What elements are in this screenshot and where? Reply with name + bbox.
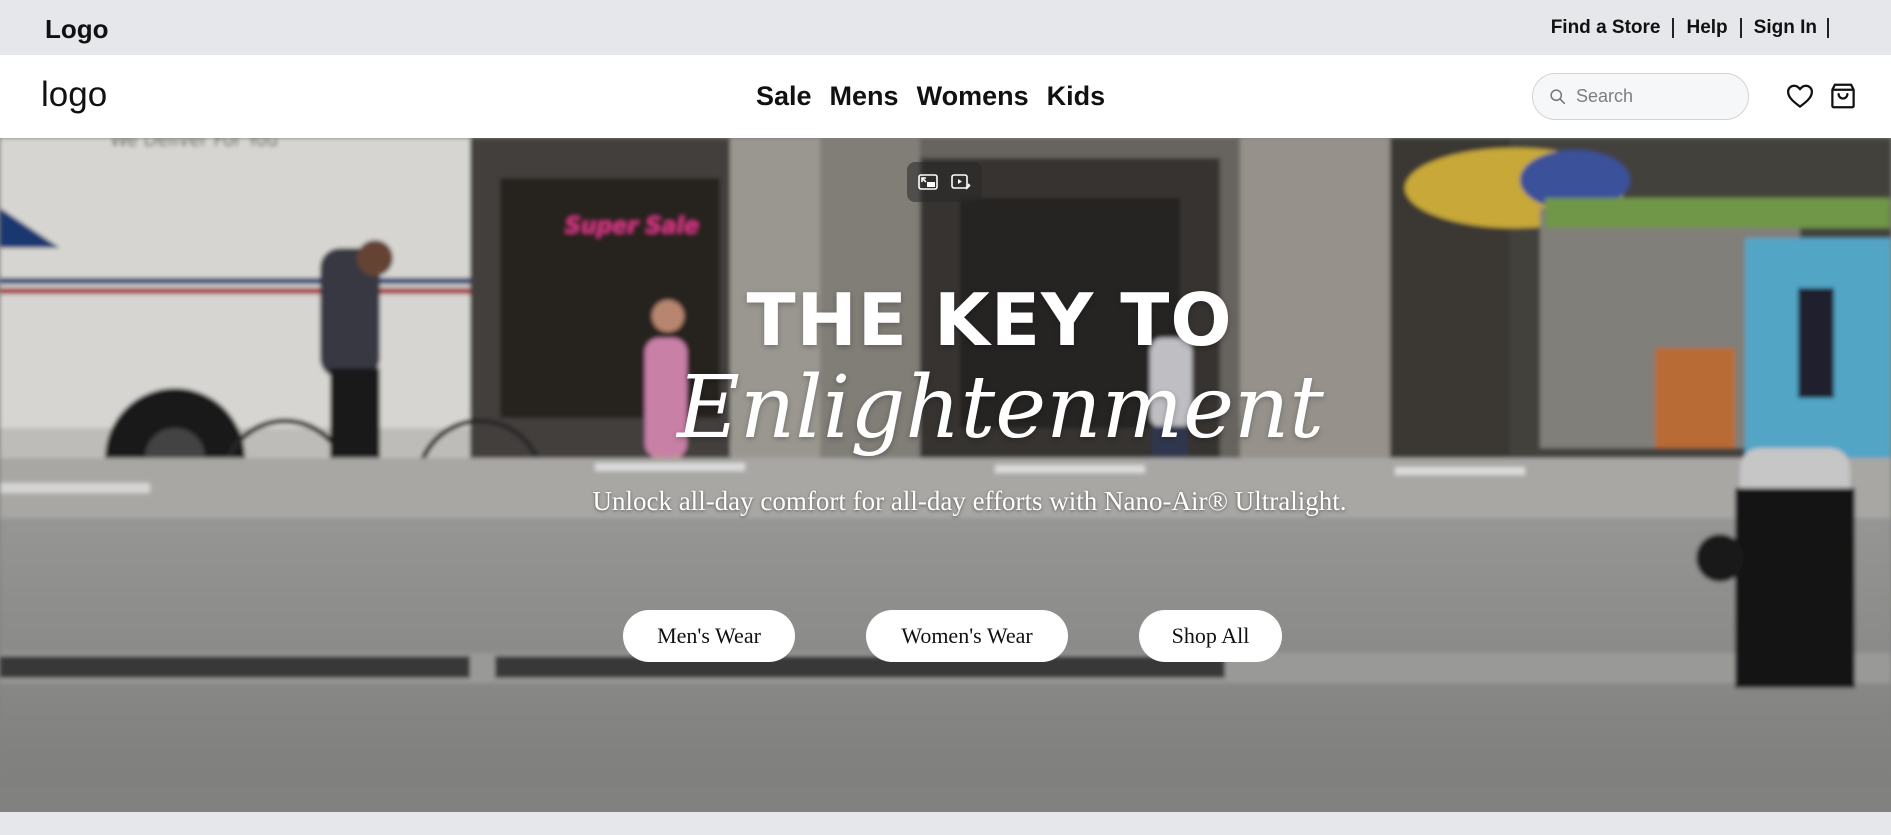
shop-all-button[interactable]: Shop All [1139, 610, 1282, 662]
find-a-store-link[interactable]: Find a Store [1539, 18, 1675, 38]
heart-icon[interactable] [1785, 81, 1815, 111]
nav-item-womens[interactable]: Womens [917, 81, 1029, 112]
page-bottom-strip [0, 812, 1891, 835]
main-header: logo Sale Mens Womens Kids [0, 55, 1891, 138]
hero-subheadline: Unlock all-day comfort for all-day effor… [592, 486, 1347, 516]
sign-in-link[interactable]: Sign In [1742, 18, 1829, 38]
hero-headline-line1: THE KEY TO [746, 278, 1233, 362]
nav-item-sale[interactable]: Sale [756, 81, 812, 112]
primary-nav: Sale Mens Womens Kids [756, 81, 1105, 112]
exit-picture-in-picture-icon[interactable] [914, 168, 942, 196]
video-effects-icon[interactable] [947, 168, 975, 196]
search-box[interactable] [1532, 73, 1749, 120]
site-logo[interactable]: logo [41, 75, 107, 115]
nav-item-mens[interactable]: Mens [830, 81, 899, 112]
nav-item-kids[interactable]: Kids [1047, 81, 1106, 112]
utility-bar: Logo Find a Store Help Sign In [0, 0, 1891, 55]
hero-background-video: Super Sale We Deliver For You [0, 138, 1891, 812]
video-controls [907, 162, 982, 202]
shopping-bag-icon[interactable] [1828, 81, 1858, 111]
top-brand-logo[interactable]: Logo [45, 14, 109, 45]
utility-links: Find a Store Help Sign In [1539, 18, 1829, 38]
hero-banner: Super Sale We Deliver For You [0, 138, 1891, 812]
hero-headline-line2: Enlightenment [677, 358, 1324, 458]
mens-wear-button[interactable]: Men's Wear [623, 610, 795, 662]
search-input[interactable] [1576, 86, 1736, 107]
womens-wear-button[interactable]: Women's Wear [866, 610, 1068, 662]
help-link[interactable]: Help [1674, 18, 1742, 38]
search-icon [1550, 89, 1566, 105]
